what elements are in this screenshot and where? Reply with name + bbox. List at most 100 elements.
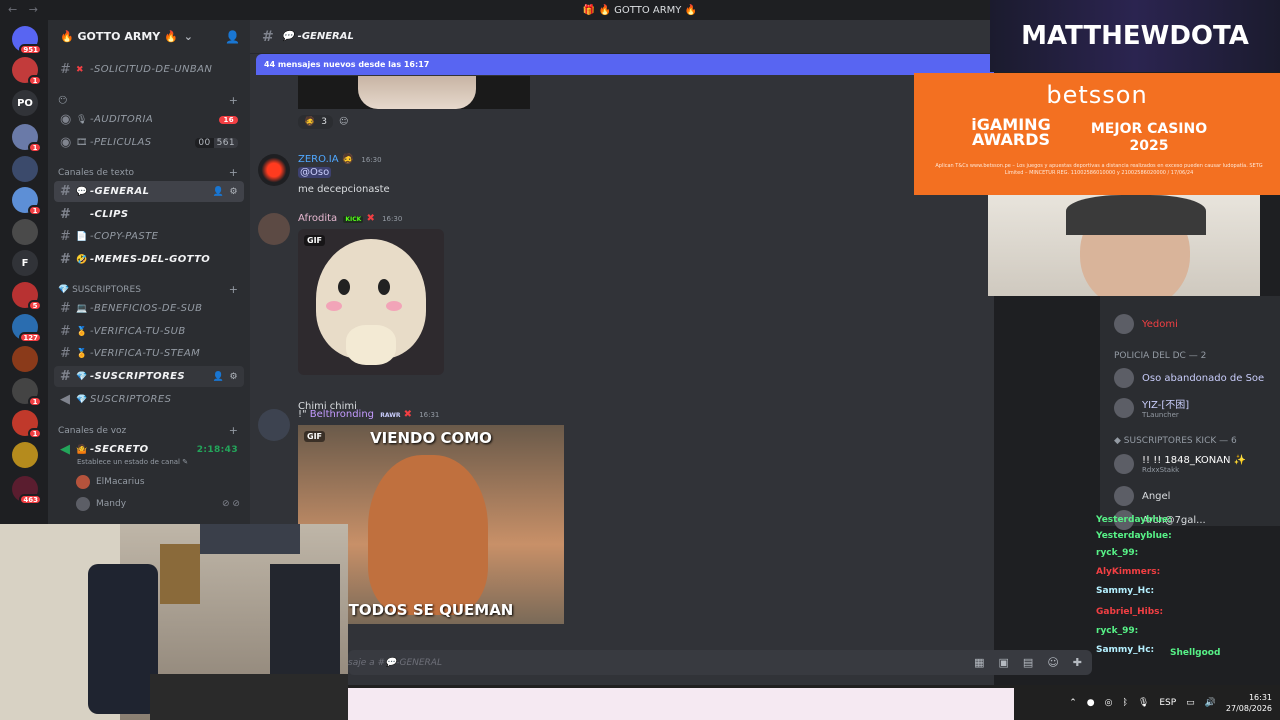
member-info: Oso abandonado de Soe [1142, 373, 1264, 384]
server-icon[interactable]: 5 [12, 282, 42, 311]
voice-channel-auditoria[interactable]: ◉ 🎙 -AUDITORIA 16 [54, 109, 244, 130]
channel-verifica-tu-steam[interactable]: # 🏅 -VERIFICA-TU-STEAM [54, 343, 244, 364]
add-channel-icon[interactable]: + [229, 283, 238, 296]
nav-arrows[interactable]: ← → [8, 3, 42, 16]
channel-clips[interactable]: # -CLIPS [54, 204, 244, 225]
author-name[interactable]: Afrodita [298, 213, 337, 224]
add-channel-icon[interactable]: + [229, 166, 238, 179]
server-icon[interactable] [12, 156, 38, 182]
avatar[interactable] [258, 154, 290, 186]
clock[interactable]: 16:31 27/08/2026 [1226, 692, 1272, 714]
mention[interactable]: @Oso [298, 167, 332, 178]
server-icon[interactable]: PO [12, 90, 38, 116]
category-canales-de-texto[interactable]: Canales de texto [58, 168, 134, 178]
avatar [1114, 397, 1134, 418]
voice-user[interactable]: ElMacarius [76, 475, 145, 489]
channel-verifica-tu-sub[interactable]: # 🏅 -VERIFICA-TU-SUB [54, 321, 244, 342]
server-icon[interactable]: 1 [12, 378, 42, 407]
new-messages-bar[interactable]: 44 mensajes nuevos desde las 16:17 [256, 54, 994, 75]
voice-channel-peliculas[interactable]: ◉ 🎞 -PELICULAS 00 561 [54, 132, 244, 153]
avatar[interactable] [258, 409, 290, 441]
add-channel-icon[interactable]: + [229, 94, 238, 107]
channel-label: -PELICULAS [90, 137, 152, 148]
server-icon[interactable]: 1 [12, 124, 42, 153]
author-name[interactable]: Belthronding [310, 409, 374, 420]
reaction[interactable]: 🧔 3 [298, 115, 333, 129]
gear-icon[interactable]: ⚙ [230, 372, 238, 382]
category-emoji[interactable]: 😶 [58, 96, 67, 106]
mic-icon[interactable]: 🎙 [1138, 698, 1149, 708]
category-suscriptores[interactable]: 💎 SUSCRIPTORES [58, 285, 141, 295]
network-icon[interactable]: ▭ [1186, 698, 1195, 708]
add-member-icon[interactable]: 👤 [213, 187, 225, 197]
avatar [1114, 314, 1134, 334]
speaker-icon: ◀ [60, 442, 71, 457]
mention-badge: 1 [28, 75, 42, 86]
server-icon[interactable] [12, 219, 38, 245]
add-member-icon[interactable]: 👤 [213, 372, 225, 382]
author-name[interactable]: ZERO.IA [298, 154, 339, 165]
server-icon[interactable]: F [12, 250, 38, 276]
server-icon[interactable] [12, 442, 38, 468]
member-row[interactable]: YIZ-[不困] TLauncher [1114, 396, 1189, 419]
channel-status[interactable]: Establece un estado de canal ✎ [77, 458, 188, 466]
reaction-emoji-icon: 🧔 [304, 117, 316, 127]
member-row[interactable]: Yedomi [1114, 314, 1178, 334]
mention-badge: 16 [219, 115, 238, 124]
gear-icon[interactable]: ⚙ [230, 187, 238, 197]
guild-header[interactable]: 🔥 GOTTO ARMY 🔥 ⌄ 👤 [48, 20, 250, 53]
member-row[interactable]: Oso abandonado de Soe [1114, 368, 1264, 388]
speaker-icon: ◉ [60, 112, 72, 127]
gif-attachment[interactable]: GIF [298, 229, 444, 375]
voice-channel-secreto[interactable]: ◀ 🤷 -SECRETO 2:18:43 [54, 439, 244, 460]
language-indicator[interactable]: ESP [1159, 698, 1176, 708]
avatar[interactable] [258, 213, 290, 245]
channel-solicitud-de-unban[interactable]: # ✖ -SOLICITUD-DE-UNBAN [54, 59, 244, 80]
channel-emoji: 💻 [76, 303, 88, 314]
apps-icon[interactable]: ✚ [1073, 656, 1082, 669]
member-row[interactable]: Angel [1114, 486, 1170, 506]
add-reaction-icon[interactable]: ☺ [339, 117, 348, 127]
channel-general[interactable]: # 💬 -GENERAL 👤 ⚙ [54, 181, 244, 202]
gift-icon[interactable]: ▦ [974, 656, 984, 669]
reaction-bar[interactable]: 🧔 3 ☺ [298, 115, 348, 129]
server-icon[interactable]: 463 [12, 476, 42, 505]
channel-copy-paste[interactable]: # 📄 -COPY-PASTE [54, 226, 244, 247]
member-row[interactable]: !! !! 1848_KONAN ✨ RdxxStakk [1114, 454, 1246, 474]
server-icon[interactable]: 951 [12, 26, 42, 55]
tray-chevron-icon[interactable]: ⌃ [1069, 698, 1077, 708]
voice-channel-suscriptores[interactable]: ◀ 💎 SUSCRIPTORES [54, 389, 244, 410]
tray-app-icon[interactable]: ● [1087, 698, 1095, 708]
gif-blush [326, 301, 342, 311]
composer-input[interactable]: saje a #💬-GENERAL [348, 658, 442, 668]
steam-icon[interactable]: ◎ [1105, 698, 1113, 708]
server-icon[interactable]: 1 [12, 57, 42, 86]
member-name: Yedomi [1142, 318, 1178, 330]
server-icon[interactable] [12, 346, 38, 372]
message-text: me decepcionaste [298, 184, 390, 195]
gif-icon[interactable]: ▣ [999, 656, 1009, 669]
invite-icon[interactable]: 👤 [225, 30, 240, 44]
channel-emoji: 🎙 [76, 114, 88, 125]
channel-emoji: 🏅 [76, 326, 88, 337]
hash-icon: # [262, 28, 274, 45]
category-canales-de-voz[interactable]: Canales de voz [58, 426, 126, 436]
add-channel-icon[interactable]: + [229, 424, 238, 437]
volume-icon[interactable]: 🔊 [1205, 698, 1216, 708]
server-icon[interactable]: 127 [12, 314, 42, 343]
channel-memes-del-gotto[interactable]: # 🤣 -MEMES-DEL-GOTTO [54, 249, 244, 270]
message-composer[interactable]: saje a #💬-GENERAL ▦ ▣ ▤ ☺ ✚ [348, 650, 1092, 675]
previous-image[interactable] [298, 76, 530, 109]
message-header: ZERO.IA 🧔 16:30 [298, 154, 382, 165]
bluetooth-icon[interactable]: ᛒ [1122, 698, 1127, 708]
channel-suscriptores[interactable]: # 💎 -SUSCRIPTORES 👤 ⚙ [54, 366, 244, 387]
server-icon[interactable]: 1 [12, 410, 42, 439]
channel-beneficios-de-sub[interactable]: # 💻 -BENEFICIOS-DE-SUB [54, 298, 244, 319]
server-icon[interactable]: 1 [12, 187, 42, 216]
sticker-icon[interactable]: ▤ [1023, 656, 1033, 669]
emoji-icon[interactable]: ☺ [1047, 656, 1058, 669]
role-icon: ✖ [366, 213, 375, 224]
gif-eye [338, 279, 350, 295]
voice-user[interactable]: Mandy ⊘ ⊘ [76, 497, 240, 511]
timestamp: 16:30 [361, 156, 382, 164]
